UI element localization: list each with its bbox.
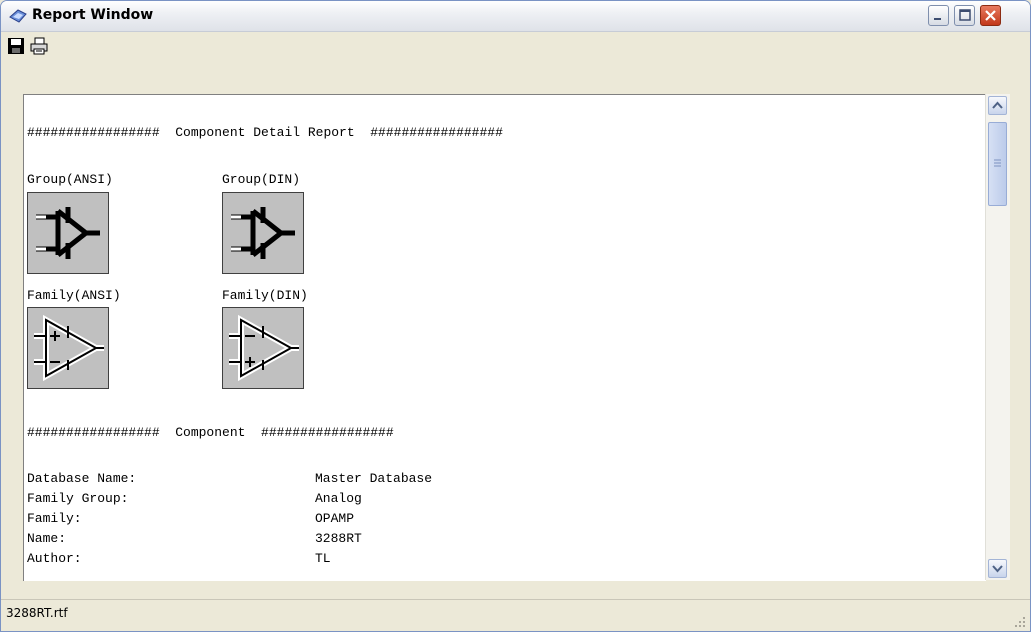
status-bar: 3288RT.rtf xyxy=(1,599,1030,631)
field-key-name: Name: xyxy=(27,531,67,546)
scroll-up-button[interactable] xyxy=(988,96,1007,115)
family-ansi-label: Family(ANSI) xyxy=(27,288,121,303)
toolbar xyxy=(1,32,1030,60)
group-din-symbol xyxy=(222,192,304,274)
arrow-down-icon xyxy=(992,565,1003,573)
field-key-family-group: Family Group: xyxy=(27,491,129,506)
maximize-button[interactable] xyxy=(954,5,975,26)
app-icon xyxy=(9,9,27,23)
print-icon[interactable] xyxy=(30,37,48,55)
close-icon xyxy=(985,10,996,21)
grip-lines-icon xyxy=(994,159,1001,167)
vertical-scrollbar[interactable] xyxy=(985,94,1010,580)
family-ansi-symbol xyxy=(27,307,109,389)
field-value-family: OPAMP xyxy=(315,511,355,526)
field-value-author: TL xyxy=(315,551,331,566)
opamp-family-icon xyxy=(229,314,299,382)
report-window: Report Window ################# Componen… xyxy=(0,0,1031,632)
field-key-database: Database Name: xyxy=(27,471,137,486)
status-filename: 3288RT.rtf xyxy=(6,606,68,620)
field-value-name: 3288RT xyxy=(315,531,362,546)
report-pane: ################# Component Detail Repor… xyxy=(23,94,985,580)
window-title: Report Window xyxy=(32,7,154,23)
maximize-icon xyxy=(959,9,971,21)
group-din-label: Group(DIN) xyxy=(222,172,301,187)
opamp-group-icon xyxy=(36,207,100,259)
title-bar[interactable]: Report Window xyxy=(1,1,1030,32)
family-din-label: Family(DIN) xyxy=(222,288,308,303)
arrow-up-icon xyxy=(992,101,1003,109)
field-key-family: Family: xyxy=(27,511,82,526)
field-value-family-group: Analog xyxy=(315,491,362,506)
opamp-family-icon xyxy=(34,314,104,382)
scroll-thumb[interactable] xyxy=(988,122,1007,206)
resize-grip-icon[interactable] xyxy=(1014,616,1026,628)
report-title-line: ################# Component Detail Repor… xyxy=(27,125,503,140)
group-ansi-symbol xyxy=(27,192,109,274)
component-section-header: ################# Component ############… xyxy=(27,425,394,440)
field-value-database: Master Database xyxy=(315,471,433,486)
family-din-symbol xyxy=(222,307,304,389)
close-button[interactable] xyxy=(980,5,1001,26)
scroll-down-button[interactable] xyxy=(988,559,1007,578)
opamp-group-icon xyxy=(231,207,295,259)
minimize-button[interactable] xyxy=(928,5,949,26)
field-key-author: Author: xyxy=(27,551,82,566)
group-ansi-label: Group(ANSI) xyxy=(27,172,113,187)
save-icon[interactable] xyxy=(7,37,25,55)
minimize-icon xyxy=(934,18,941,20)
